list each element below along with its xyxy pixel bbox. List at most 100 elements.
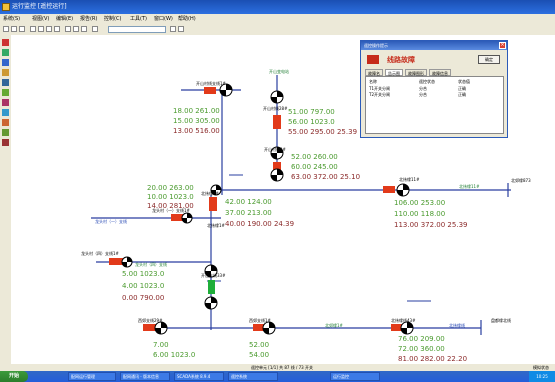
confirm-button[interactable]: 确定 [478, 55, 500, 64]
reading-2-c: 55.00 295.00 25.39 [288, 128, 358, 136]
close-icon[interactable]: × [499, 42, 506, 49]
taskbar-item[interactable]: 配网运行管理 [68, 372, 116, 381]
window-title-bar: 运行监控 [遥控运行] [0, 0, 555, 14]
menu-window[interactable]: 窗口(W) [154, 14, 173, 24]
node-label-7: 北郊缘873 [511, 178, 531, 183]
open-icon[interactable] [3, 26, 9, 32]
reading-1-b: 15.00 305.00 [173, 117, 220, 125]
fault-tool-icon[interactable] [2, 119, 9, 126]
dialog-table: 名称 遥控状态 状态值 T1开关分闸 分合 正确 T2开关分闸 分合 正确 [365, 76, 504, 134]
taskbar-item[interactable]: 运行监控 [330, 372, 380, 381]
app-icon [2, 3, 10, 11]
zoom-select[interactable] [108, 26, 166, 33]
load-tool-icon[interactable] [2, 89, 9, 96]
line-tool-icon[interactable] [2, 59, 9, 66]
print-icon[interactable] [19, 26, 25, 32]
node-label-20: 盘都缘北线 [491, 318, 511, 323]
node-label-3: 开山村线28# [263, 106, 288, 111]
tab-notice[interactable]: 告示图 [385, 69, 403, 76]
layer-icon[interactable] [73, 26, 79, 32]
menu-view[interactable]: 视图(V) [32, 14, 49, 24]
reading-8-a: 7.00 [153, 341, 169, 349]
status-text: 遥控单元 [1/1] 共 87 线 / 73 开关 [251, 365, 313, 370]
reading-3-a: 52.00 260.00 [291, 153, 338, 161]
select-icon[interactable] [54, 26, 60, 32]
reading-4-b: 10.00 1023.0 [147, 193, 194, 201]
menu-tools[interactable]: 工具(T) [130, 14, 147, 24]
menu-system[interactable]: 系统(S) [3, 14, 20, 24]
help-icon[interactable] [178, 26, 184, 32]
reading-6-b: 110.00 118.00 [394, 210, 446, 218]
breaker-7 [109, 258, 123, 265]
status-bar: 遥控单元 [1/1] 共 87 线 / 73 开关 模拟状态 [11, 364, 555, 371]
menu-edit[interactable]: 编辑(E) [56, 14, 73, 24]
node-label-19: 北纬缘线 [449, 323, 465, 328]
reading-10-b: 72.00 360.00 [398, 345, 445, 353]
menu-report[interactable]: 报告(R) [80, 14, 97, 24]
switch-tool-icon[interactable] [2, 49, 9, 56]
table-cell: 正确 [458, 92, 466, 97]
alarm-tool-icon[interactable] [2, 139, 9, 146]
node-label-1: 开山村线支线1# [196, 81, 226, 86]
breaker-5 [209, 197, 217, 211]
node-label-14: 西郊支线29# [138, 318, 163, 323]
reading-10-a: 76.00 209.00 [398, 335, 445, 343]
tab-fault-name[interactable]: 故障名 [365, 69, 383, 76]
reading-3-c: 63.00 372.00 25.10 [291, 173, 361, 181]
breaker-tool-icon[interactable] [2, 39, 9, 46]
dialog-banner: 线路故障 [387, 56, 415, 64]
menu-bar: 系统(S) 视图(V) 编辑(E) 报告(R) 控制(C) 工具(T) 窗口(W… [0, 14, 555, 24]
meter-tool-icon[interactable] [2, 109, 9, 116]
reading-5-b: 37.00 213.00 [225, 209, 272, 217]
node-label-18: 北纬缘线43# [391, 318, 416, 323]
text-tool-icon[interactable] [2, 99, 9, 106]
reading-8-b: 6.00 1023.0 [153, 351, 196, 359]
taskbar-item[interactable]: 遥控系统 [228, 372, 278, 381]
table-header: 遥控状态 [419, 79, 435, 84]
bus-tool-icon[interactable] [2, 79, 9, 86]
node-label-15: 西郊支线1# [249, 318, 271, 323]
warning-logo-icon [367, 55, 379, 64]
grid-icon[interactable] [65, 26, 71, 32]
find-icon[interactable] [92, 26, 98, 32]
reading-6-a: 106.00 253.00 [394, 199, 446, 207]
breaker-2 [273, 115, 281, 129]
go-icon[interactable] [170, 26, 176, 32]
node-label-16: 北郊缘1# [325, 323, 343, 328]
node-label-8: 北纬缘1# [201, 191, 219, 196]
refresh-icon[interactable] [81, 26, 87, 32]
node-label-2: 开山变电站 [269, 69, 289, 74]
reading-7-b: 4.00 1023.0 [122, 282, 165, 290]
taskbar-item[interactable]: 配网通讯 - 版本信息 [120, 372, 170, 381]
reading-7-c: 0.00 790.00 [122, 294, 165, 302]
breaker-4 [383, 186, 395, 193]
node-label-6: 北纬缘11# [459, 184, 480, 189]
node-label-10: 龙头村（一）支线 [95, 219, 127, 224]
tab-fault-graph[interactable]: 故障图形 [405, 69, 427, 76]
zoom-out-icon[interactable] [38, 26, 44, 32]
taskbar-item[interactable]: SCADA系统 8.9.4 [174, 372, 224, 381]
reading-6-c: 113.00 372.00 25.39 [394, 221, 468, 229]
reading-4-a: 20.00 263.00 [147, 184, 194, 192]
zoom-in-icon[interactable] [30, 26, 36, 32]
menu-help[interactable]: 帮助(H) [178, 14, 196, 24]
reading-7-a: 5.00 1023.0 [122, 270, 165, 278]
menu-control[interactable]: 控制(C) [104, 14, 121, 24]
ground-tool-icon[interactable] [2, 129, 9, 136]
node-label-5: 北纬缘11# [399, 177, 420, 182]
table-cell: 分合 [419, 92, 427, 97]
transformer-tool-icon[interactable] [2, 69, 9, 76]
reading-5-a: 42.00 124.00 [225, 198, 272, 206]
save-icon[interactable] [11, 26, 17, 32]
window-title: 运行监控 [遥控运行] [12, 3, 67, 10]
taskbar: 开始 配网运行管理 配网通讯 - 版本信息 SCADA系统 8.9.4 遥控系统… [0, 371, 555, 382]
node-label-13: 开山支线33# [201, 273, 226, 278]
start-button[interactable]: 开始 [0, 371, 28, 382]
pan-icon[interactable] [46, 26, 52, 32]
node-label-17: 北纬缘1# [207, 223, 225, 228]
reading-1-a: 18.00 261.00 [173, 107, 220, 115]
reading-10-c: 81.00 282.00 22.20 [398, 355, 468, 363]
breaker-6 [171, 214, 183, 221]
tab-fault-info[interactable]: 故障信息 [429, 69, 451, 76]
node-label-11: 龙头村（四）支线1# [81, 251, 119, 256]
